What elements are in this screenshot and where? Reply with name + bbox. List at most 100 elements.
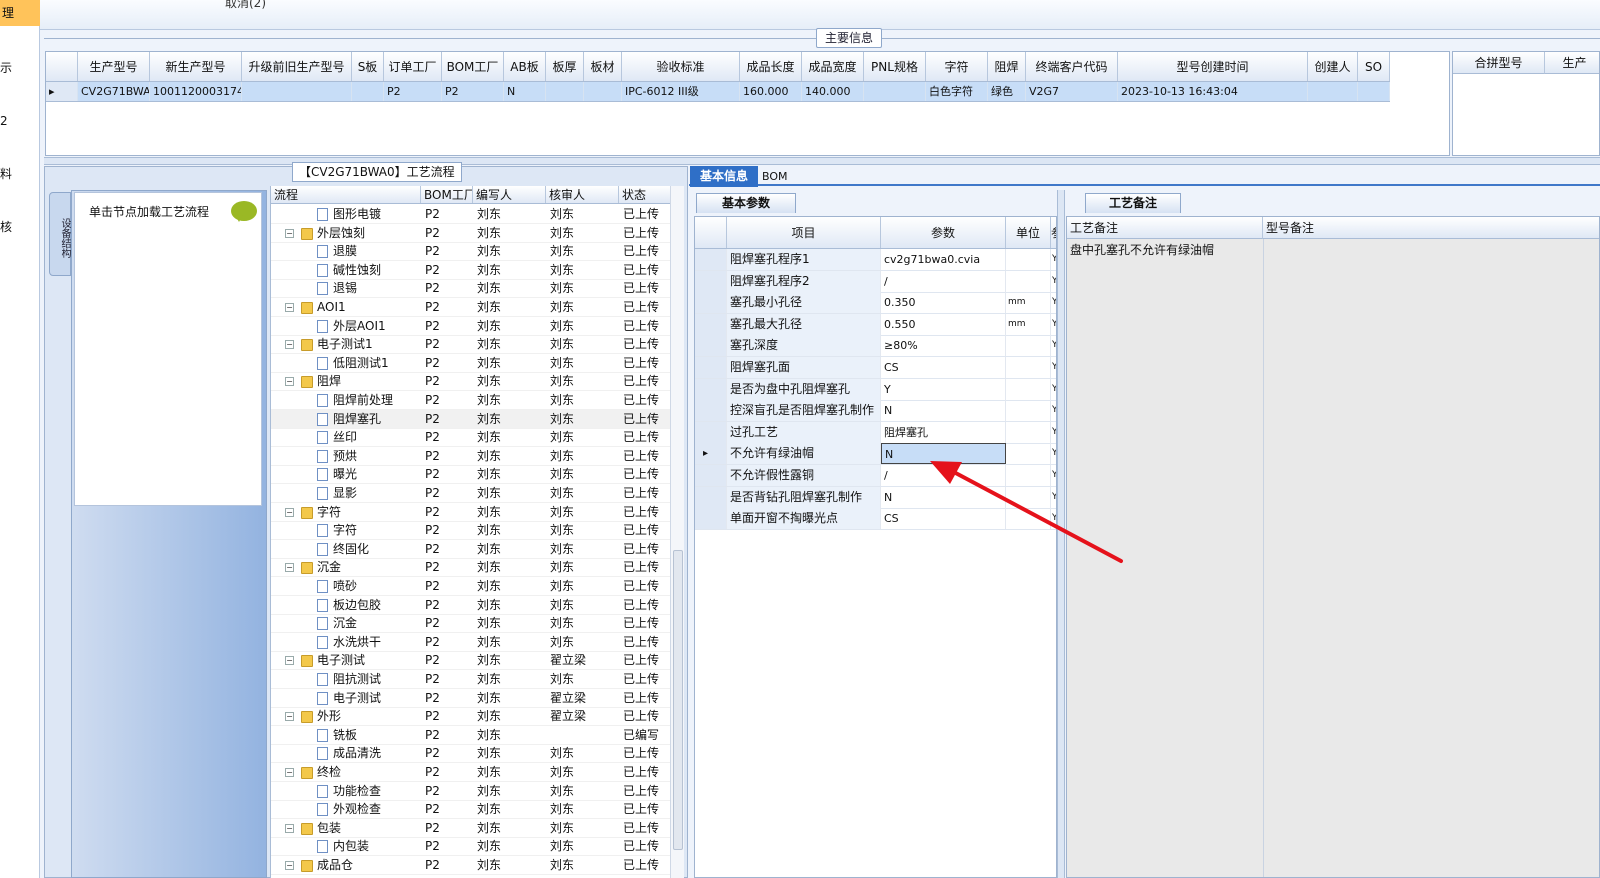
main-col-3[interactable]: S板 [352, 52, 384, 81]
tree-node[interactable]: − 字符 [271, 503, 421, 521]
main-col-18[interactable]: SO [1358, 52, 1390, 81]
param-row[interactable]: 过孔工艺 阻焊塞孔 Y [695, 421, 1056, 444]
param-row-header[interactable] [695, 357, 727, 378]
tree-node[interactable]: 内包装 [271, 837, 421, 855]
tree-scrollbar-thumb[interactable] [673, 550, 683, 850]
main-col-13[interactable]: 字符 [926, 52, 988, 81]
tree-row[interactable]: 沉金 P2 刘东 刘东 已上传 [271, 614, 670, 634]
main-col-14[interactable]: 阻焊 [988, 52, 1026, 81]
nav-item-active[interactable]: 理 [0, 0, 40, 26]
tree-node[interactable]: 成品清洗 [271, 744, 421, 762]
tree-node[interactable]: 碱性蚀刻 [271, 261, 421, 279]
main-cell-10[interactable]: 160.000 [740, 82, 802, 101]
param-row-header[interactable] [695, 400, 727, 422]
tree-node[interactable]: − 沉金 [271, 558, 421, 576]
tree-node[interactable]: 预烘 [271, 447, 421, 465]
nav-item-3[interactable]: 料 [0, 166, 40, 182]
main-col-1[interactable]: 新生产型号 [150, 52, 242, 81]
main-cell-8[interactable] [584, 82, 622, 101]
param-value[interactable]: N [881, 443, 1006, 465]
main-col-17[interactable]: 创建人 [1308, 52, 1358, 81]
tree-node[interactable]: 低阻测试1 [271, 354, 421, 372]
main-col-8[interactable]: 板材 [584, 52, 622, 81]
tree-row[interactable]: 铣板 P2 刘东 已编写 [271, 726, 670, 745]
tree-node[interactable]: − 包装 [271, 819, 421, 837]
main-col-2[interactable]: 升级前旧生产型号 [242, 52, 352, 81]
main-col-4[interactable]: 订单工厂 [384, 52, 442, 81]
tree-row[interactable]: 板边包胶 P2 刘东 刘东 已上传 [271, 596, 670, 615]
main-cell-3[interactable] [352, 82, 384, 101]
main-cell-12[interactable] [864, 82, 926, 101]
main-info-row[interactable]: ▸CV2G71BWA010011200031742P2P2NIPC-6012 I… [46, 82, 1390, 102]
tree-node[interactable]: 外观检查 [271, 800, 421, 818]
main-cell-17[interactable] [1308, 82, 1358, 101]
tree-node[interactable]: 阻抗测试 [271, 670, 421, 688]
tree-node[interactable]: − 阻焊 [271, 372, 421, 390]
tree-node[interactable]: − AOI1 [271, 298, 421, 316]
param-value[interactable]: 0.550 [881, 313, 1006, 335]
tree-node[interactable]: − 终检 [271, 763, 421, 781]
tree-node[interactable]: 板边包胶 [271, 596, 421, 614]
tree-row[interactable]: 阻焊塞孔 P2 刘东 刘东 已上传 [271, 409, 670, 429]
device-structure-tab[interactable]: 设备结构 [49, 192, 71, 276]
param-row[interactable]: 控深盲孔是否阻焊塞孔制作 N Y [695, 400, 1056, 423]
main-cell-9[interactable]: IPC-6012 III级 [622, 82, 740, 101]
main-cell-0[interactable]: CV2G71BWA0 [78, 82, 150, 101]
tree-row[interactable]: 成品清洗 P2 刘东 刘东 已上传 [271, 744, 670, 764]
main-col-6[interactable]: AB板 [504, 52, 546, 81]
tree-row[interactable]: 图形电镀 P2 刘东 刘东 已上传 [271, 205, 670, 224]
tab-basic-info[interactable]: 基本信息 [690, 166, 758, 187]
main-cell-1[interactable]: 10011200031742 [150, 82, 242, 101]
param-row-header[interactable] [695, 421, 727, 443]
param-row[interactable]: 不允许假性露铜 / Y [695, 465, 1056, 487]
collapse-icon[interactable]: − [285, 712, 294, 722]
main-cell-18[interactable] [1358, 82, 1390, 101]
param-row[interactable]: 是否背钻孔阻焊塞孔制作 N Y [695, 486, 1056, 509]
collapse-icon[interactable]: − [285, 340, 294, 350]
tree-node[interactable]: 曝光 [271, 465, 421, 483]
param-row-header[interactable] [695, 249, 727, 270]
main-col-12[interactable]: PNL规格 [864, 52, 926, 81]
collapse-icon[interactable]: − [285, 507, 294, 517]
tree-row[interactable]: − 阻焊 P2 刘东 刘东 已上传 [271, 372, 670, 392]
tree-node[interactable]: − 成品仓 [271, 856, 421, 874]
tree-node[interactable]: 功能检查 [271, 782, 421, 800]
tree-node[interactable]: 字符 [271, 521, 421, 539]
load-process-box[interactable]: 单击节点加载工艺流程 [74, 192, 262, 506]
main-cell-5[interactable]: P2 [442, 82, 504, 101]
tree-row[interactable]: 低阻测试1 P2 刘东 刘东 已上传 [271, 354, 670, 373]
tree-node[interactable]: 铣板 [271, 726, 421, 744]
main-cell-6[interactable]: N [504, 82, 546, 101]
tree-row[interactable]: − 电子测试 P2 刘东 翟立梁 已上传 [271, 651, 670, 671]
tree-row[interactable]: 水洗烘干 P2 刘东 刘东 已上传 [271, 633, 670, 652]
collapse-icon[interactable]: − [285, 861, 294, 870]
tree-node[interactable]: 退锡 [271, 279, 421, 297]
param-row-header[interactable] [695, 508, 727, 530]
param-row[interactable]: 阻焊塞孔程序2/Y [695, 270, 1056, 293]
collapse-icon[interactable]: − [285, 768, 294, 777]
tree-node[interactable]: 终固化 [271, 540, 421, 558]
tree-node[interactable]: 显影 [271, 484, 421, 502]
tree-node[interactable]: 阻焊塞孔 [271, 410, 421, 428]
tree-row[interactable]: 阻抗测试 P2 刘东 刘东 已上传 [271, 670, 670, 689]
tree-node[interactable]: 退膜 [271, 242, 421, 260]
tree-node[interactable]: 沉金 [271, 614, 421, 632]
tree-row[interactable]: 功能检查 P2 刘东 刘东 已上传 [271, 782, 670, 801]
tree-node[interactable]: 电子测试 [271, 689, 421, 707]
tree-node[interactable]: − 电子测试1 [271, 335, 421, 353]
param-value[interactable]: Y [881, 378, 1006, 400]
process-note-value[interactable]: 盘中孔塞孔不允许有绿油帽 [1070, 241, 1214, 258]
param-row[interactable]: 阻焊塞孔程序1 cv2g71bwa0.cvia Y [695, 249, 1056, 271]
tree-row[interactable]: 预烘 P2 刘东 刘东 已上传 [271, 447, 670, 466]
tree-node[interactable]: 水洗烘干 [271, 633, 421, 651]
horizontal-splitter[interactable] [44, 157, 1600, 165]
collapse-icon[interactable]: − [285, 228, 294, 238]
tree-row[interactable]: 退锡 P2 刘东 刘东 已上传 [271, 279, 670, 299]
tree-row[interactable]: 碱性蚀刻 P2 刘东 刘东 已上传 [271, 261, 670, 280]
nav-item-4[interactable]: 核 [0, 219, 40, 235]
tree-node[interactable]: 图形电镀 [271, 205, 421, 223]
tree-node[interactable]: 丝印 [271, 428, 421, 446]
tree-node[interactable]: 喷砂 [271, 577, 421, 595]
param-row[interactable]: 塞孔最大孔径 0.550 mm Y [695, 313, 1056, 336]
basic-params-tab[interactable]: 基本参数 [696, 193, 796, 213]
